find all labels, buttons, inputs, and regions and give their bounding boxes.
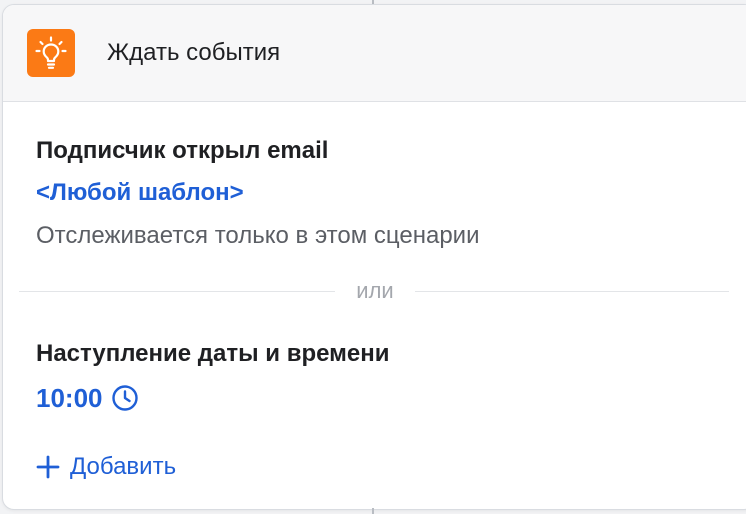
card-header: Ждать события <box>3 5 746 102</box>
card-title: Ждать события <box>107 39 281 66</box>
divider-line-right <box>415 291 729 292</box>
time-picker[interactable]: 10:00 <box>36 381 139 415</box>
add-condition-label[interactable]: Добавить <box>70 452 176 482</box>
time-value[interactable]: 10:00 <box>36 383 103 413</box>
or-divider-label: или <box>356 278 394 303</box>
condition-title-email-opened: Подписчик открыл email <box>36 137 329 164</box>
clock-icon[interactable] <box>111 384 139 412</box>
condition-description: Отслеживается только в этом сценарии <box>36 222 480 249</box>
add-condition-button[interactable]: Добавить <box>36 451 176 483</box>
lightbulb-icon <box>27 29 75 77</box>
connector-bottom <box>372 508 374 514</box>
template-select-link[interactable]: <Любой шаблон> <box>36 178 244 208</box>
condition-title-datetime: Наступление даты и времени <box>36 340 390 367</box>
wait-event-card: Ждать события Подписчик открыл email <Лю… <box>2 4 746 510</box>
divider-line-left <box>19 291 335 292</box>
plus-icon[interactable] <box>36 455 60 479</box>
